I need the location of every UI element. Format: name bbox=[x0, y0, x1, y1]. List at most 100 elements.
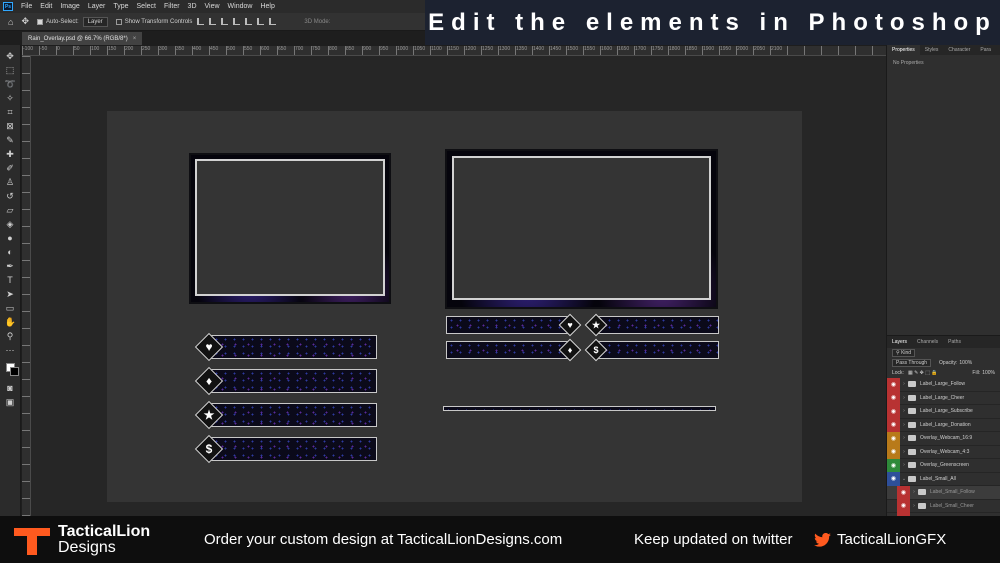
type-tool-icon[interactable]: T bbox=[5, 275, 16, 286]
tab-paths[interactable]: Paths bbox=[943, 339, 966, 345]
layer-row[interactable]: ◉ › Label_Small_Cheer bbox=[887, 499, 1000, 513]
eraser-tool-icon[interactable]: ▱ bbox=[5, 205, 16, 216]
visibility-eye-icon[interactable]: ◉ bbox=[887, 431, 900, 445]
layer-row[interactable]: ◉ › Overlay_Webcam_16:9 bbox=[887, 431, 1000, 446]
gradient-tool-icon[interactable]: ◈ bbox=[5, 219, 16, 230]
layer-row[interactable]: ◉ › Label_Small_Follow bbox=[887, 485, 1000, 500]
layer-row[interactable]: ◉ › Label_Large_Cheer bbox=[887, 391, 1000, 405]
label-large-subscribe[interactable] bbox=[211, 403, 377, 427]
shape-tool-icon[interactable]: ▭ bbox=[5, 303, 16, 314]
brush-tool-icon[interactable]: ✐ bbox=[5, 163, 16, 174]
quick-mask-icon[interactable]: ◙ bbox=[5, 383, 16, 394]
home-icon[interactable]: ⌂ bbox=[8, 17, 13, 27]
label-large-cheer[interactable] bbox=[211, 369, 377, 393]
label-large-follow[interactable] bbox=[211, 335, 377, 359]
magic-wand-tool-icon[interactable]: ✧ bbox=[5, 93, 16, 104]
auto-select-option[interactable]: Auto-Select: Layer bbox=[36, 16, 108, 27]
document-tab[interactable]: Rain_Overlay.psd @ 66.7% (RGB/8*) × bbox=[22, 32, 143, 45]
auto-select-checkbox[interactable] bbox=[36, 18, 43, 25]
align-top-icon[interactable] bbox=[233, 18, 241, 25]
menu-image[interactable]: Image bbox=[56, 3, 83, 10]
align-bottom-icon[interactable] bbox=[257, 18, 265, 25]
crop-tool-icon[interactable]: ⌗ bbox=[5, 107, 16, 118]
hand-tool-icon[interactable]: ✋ bbox=[5, 317, 16, 328]
visibility-eye-icon[interactable]: ◉ bbox=[887, 391, 900, 405]
opacity-value[interactable]: 100% bbox=[959, 360, 972, 366]
zoom-tool-icon[interactable]: ⚲ bbox=[5, 331, 16, 342]
transform-controls-checkbox[interactable] bbox=[115, 18, 122, 25]
align-middle-icon[interactable] bbox=[245, 18, 253, 25]
align-center-icon[interactable] bbox=[209, 18, 217, 25]
tab-layers[interactable]: Layers bbox=[887, 339, 912, 345]
expand-arrow-icon[interactable]: ⌄ bbox=[900, 476, 908, 482]
blur-tool-icon[interactable]: ● bbox=[5, 233, 16, 244]
webcam-frame-4-3[interactable] bbox=[189, 153, 391, 304]
menu-help[interactable]: Help bbox=[256, 3, 278, 10]
visibility-eye-icon[interactable]: ◉ bbox=[887, 472, 900, 486]
transform-controls-option[interactable]: Show Transform Controls bbox=[115, 18, 192, 25]
eyedropper-tool-icon[interactable]: ✎ bbox=[5, 135, 16, 146]
menu-edit[interactable]: Edit bbox=[36, 3, 56, 10]
tab-channels[interactable]: Channels bbox=[912, 339, 943, 345]
menu-layer[interactable]: Layer bbox=[84, 3, 110, 10]
lasso-tool-icon[interactable]: ➰ bbox=[5, 79, 16, 90]
healing-tool-icon[interactable]: ✚ bbox=[5, 149, 16, 160]
expand-arrow-icon[interactable]: › bbox=[900, 381, 908, 387]
menu-file[interactable]: File bbox=[17, 3, 36, 10]
tab-styles[interactable]: Styles bbox=[920, 47, 944, 53]
align-left-icon[interactable] bbox=[197, 18, 205, 25]
visibility-eye-icon[interactable]: ◉ bbox=[897, 499, 910, 513]
background-color-swatch[interactable] bbox=[9, 367, 19, 376]
expand-arrow-icon[interactable]: › bbox=[910, 503, 918, 509]
layer-row[interactable]: ◉ › Label_Large_Subscribe bbox=[887, 404, 1000, 419]
layer-row[interactable]: ◉ › Overlay_Greenscreen bbox=[887, 458, 1000, 473]
screen-mode-icon[interactable]: ▣ bbox=[5, 397, 16, 408]
kind-filter-dropdown[interactable]: ⚲ Kind bbox=[892, 349, 916, 357]
visibility-eye-icon[interactable]: ◉ bbox=[887, 377, 900, 391]
tab-paragraph[interactable]: Para bbox=[975, 47, 996, 53]
artboard[interactable]: ♥ ♦ ★ $ ♥ ★ ♦ $ bbox=[107, 111, 802, 502]
layer-row[interactable]: ◉ › Label_Large_Donation bbox=[887, 418, 1000, 432]
label-small-donation[interactable] bbox=[595, 341, 719, 359]
visibility-eye-icon[interactable]: ◉ bbox=[887, 418, 900, 432]
expand-arrow-icon[interactable]: › bbox=[900, 449, 908, 455]
visibility-eye-icon[interactable]: ◉ bbox=[887, 458, 900, 472]
dodge-tool-icon[interactable]: ◐ bbox=[5, 247, 16, 258]
menu-view[interactable]: View bbox=[201, 3, 224, 10]
align-right-icon[interactable] bbox=[221, 18, 229, 25]
expand-arrow-icon[interactable]: › bbox=[900, 422, 908, 428]
visibility-eye-icon[interactable]: ◉ bbox=[887, 445, 900, 459]
tab-properties[interactable]: Properties bbox=[887, 45, 920, 55]
close-tab-icon[interactable]: × bbox=[133, 36, 137, 42]
marquee-tool-icon[interactable]: ⬚ bbox=[5, 65, 16, 76]
label-small-cheer[interactable] bbox=[446, 341, 569, 359]
distribute-icon[interactable] bbox=[269, 18, 277, 25]
layer-row[interactable]: ◉ › Overlay_Webcam_4:3 bbox=[887, 445, 1000, 459]
lock-icons[interactable]: ▦ ✎ ✥ ⬚ 🔒 bbox=[908, 370, 938, 376]
menu-type[interactable]: Type bbox=[109, 3, 132, 10]
menu-window[interactable]: Window bbox=[224, 3, 257, 10]
move-tool-icon[interactable]: ✥ bbox=[5, 51, 16, 62]
pen-tool-icon[interactable]: ✒ bbox=[5, 261, 16, 272]
history-brush-icon[interactable]: ↺ bbox=[5, 191, 16, 202]
menu-select[interactable]: Select bbox=[133, 3, 160, 10]
label-large-donation[interactable] bbox=[211, 437, 377, 461]
stamp-tool-icon[interactable]: ♙ bbox=[5, 177, 16, 188]
fill-value[interactable]: 100% bbox=[982, 370, 995, 376]
label-small-subscribe[interactable] bbox=[595, 316, 719, 334]
expand-arrow-icon[interactable]: › bbox=[900, 435, 908, 441]
blend-mode-dropdown[interactable]: Pass Through bbox=[892, 359, 932, 367]
visibility-eye-icon[interactable]: ◉ bbox=[887, 404, 900, 418]
label-small-follow[interactable] bbox=[446, 316, 569, 334]
expand-arrow-icon[interactable]: › bbox=[900, 462, 908, 468]
menu-filter[interactable]: Filter bbox=[160, 3, 184, 10]
layer-row[interactable]: ◉ › Label_Large_Follow bbox=[887, 377, 1000, 392]
expand-arrow-icon[interactable]: › bbox=[900, 408, 908, 414]
tab-character[interactable]: Character bbox=[943, 47, 975, 53]
frame-tool-icon[interactable]: ⊠ bbox=[5, 121, 16, 132]
webcam-frame-16-9[interactable] bbox=[445, 149, 718, 309]
auto-select-dropdown[interactable]: Layer bbox=[82, 16, 108, 27]
expand-arrow-icon[interactable]: › bbox=[910, 489, 918, 495]
path-select-tool-icon[interactable]: ➤ bbox=[5, 289, 16, 300]
layer-row[interactable]: ◉ ⌄ Label_Small_All bbox=[887, 472, 1000, 486]
